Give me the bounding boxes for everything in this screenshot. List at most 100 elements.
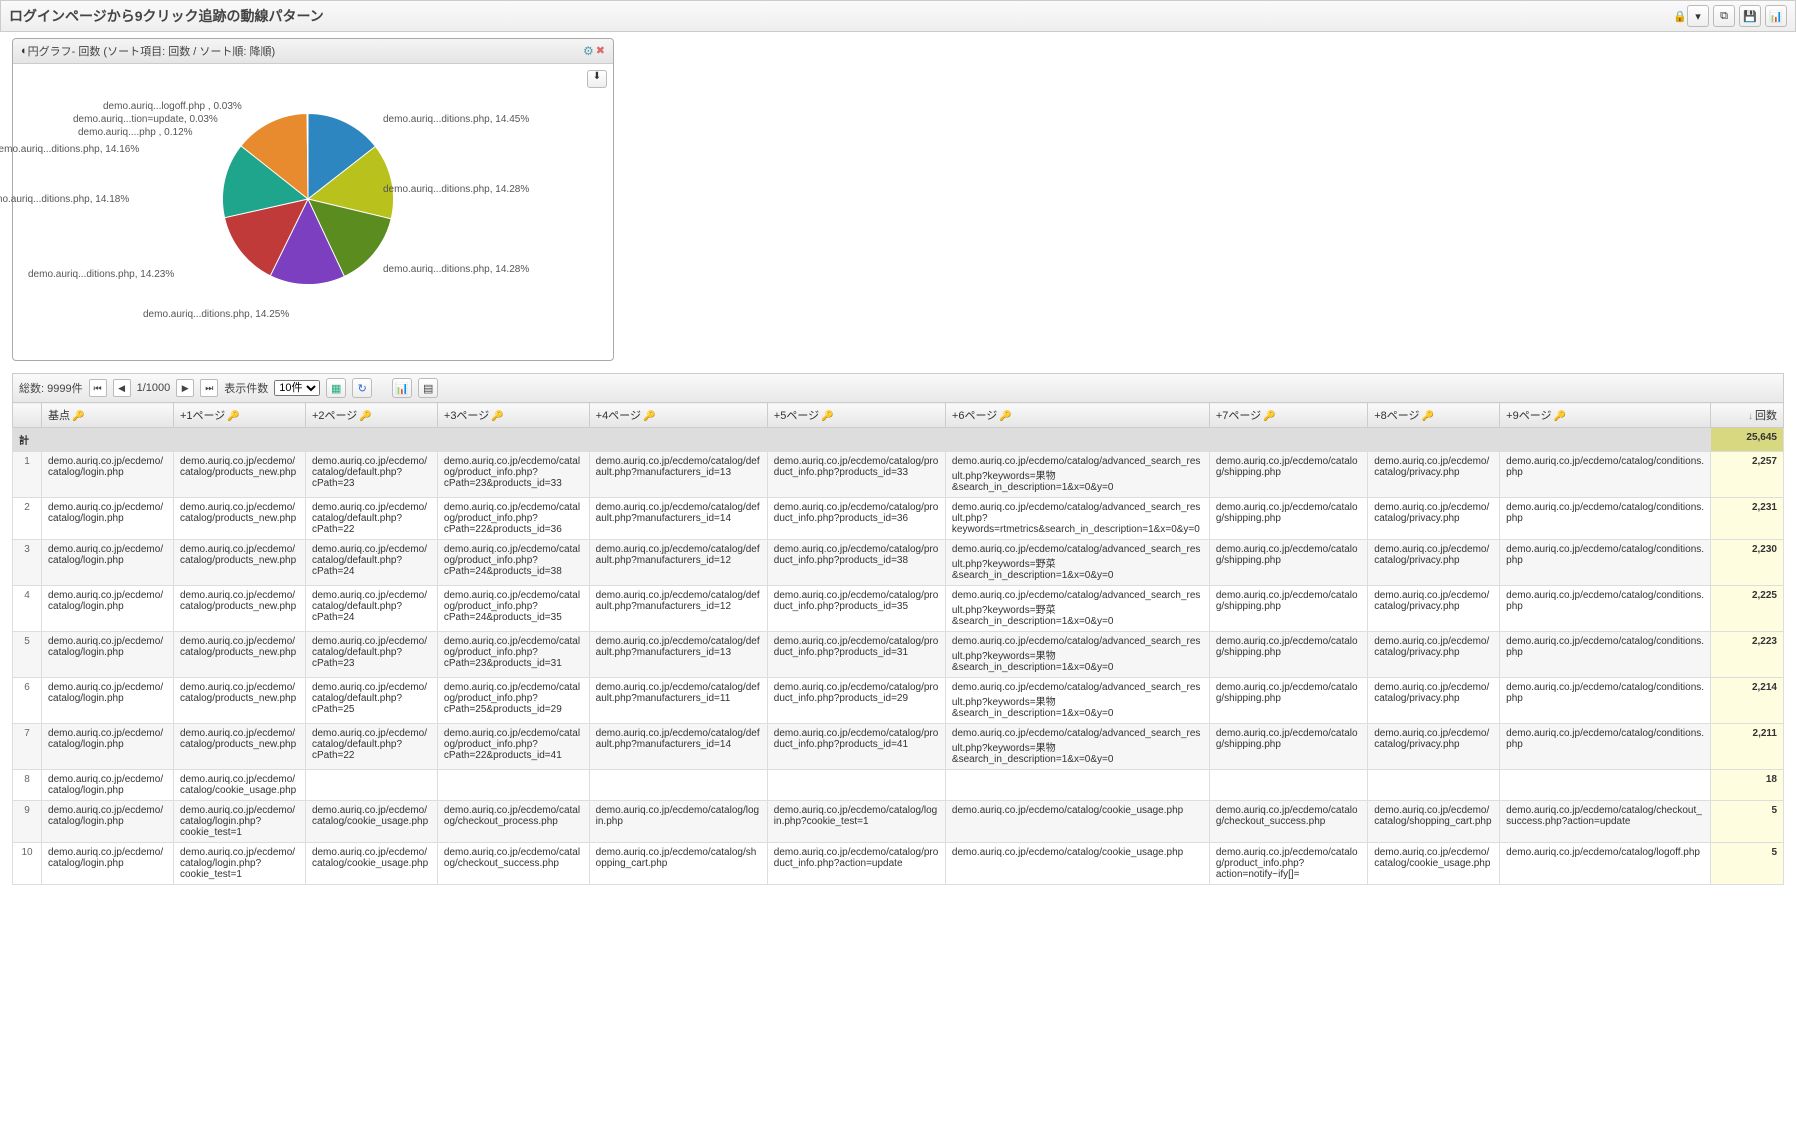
table-row[interactable]: 5demo.auriq.co.jp/ecdemo/catalog/login.p… [13, 632, 1784, 678]
page-prev-button[interactable]: ◀ [113, 379, 131, 397]
path-cell: demo.auriq.co.jp/ecdemo/catalog/login.ph… [589, 801, 767, 843]
page-first-button[interactable]: ⏮ [89, 379, 107, 397]
path-cell: demo.auriq.co.jp/ecdemo/catalog/shipping… [1209, 540, 1367, 586]
col-p6[interactable]: +6ページ🔑 [945, 403, 1209, 428]
path-cell: demo.auriq.co.jp/ecdemo/catalog/default.… [589, 540, 767, 586]
pie-chart [213, 104, 403, 294]
col-p5[interactable]: +5ページ🔑 [767, 403, 945, 428]
path-cell [1500, 770, 1711, 801]
path-cell: demo.auriq.co.jp/ecdemo/catalog/default.… [589, 724, 767, 770]
path-cell: demo.auriq.co.jp/ecdemo/catalog/product_… [437, 452, 589, 498]
path-cell: demo.auriq.co.jp/ecdemo/catalog/product_… [437, 540, 589, 586]
table-row[interactable]: 1demo.auriq.co.jp/ecdemo/catalog/login.p… [13, 452, 1784, 498]
path-cell: demo.auriq.co.jp/ecdemo/catalog/default.… [305, 632, 437, 678]
pie-label: demo.auriq....php , 0.12% [78, 127, 193, 138]
path-cell: demo.auriq.co.jp/ecdemo/catalog/checkout… [437, 801, 589, 843]
path-cell: demo.auriq.co.jp/ecdemo/catalog/products… [173, 498, 305, 540]
path-cell: demo.auriq.co.jp/ecdemo/catalog/default.… [305, 540, 437, 586]
table-row[interactable]: 2demo.auriq.co.jp/ecdemo/catalog/login.p… [13, 498, 1784, 540]
col-base[interactable]: 基点🔑 [42, 403, 174, 428]
path-cell: demo.auriq.co.jp/ecdemo/catalog/advanced… [945, 452, 1209, 498]
key-icon: 🔑 [227, 411, 239, 422]
path-cell: demo.auriq.co.jp/ecdemo/catalog/login.ph… [42, 801, 174, 843]
path-cell: demo.auriq.co.jp/ecdemo/catalog/product_… [767, 586, 945, 632]
chart-toggle-button[interactable]: 📊 [392, 378, 412, 398]
total-count: 25,645 [1711, 428, 1784, 452]
row-number: 1 [13, 452, 42, 498]
sort-desc-icon: ↓ [1748, 411, 1753, 422]
copy-button[interactable]: ⧉ [1713, 5, 1735, 27]
chart-config-icon[interactable]: ⚙ [583, 44, 594, 58]
path-cell: demo.auriq.co.jp/ecdemo/catalog/login.ph… [42, 770, 174, 801]
path-cell: demo.auriq.co.jp/ecdemo/catalog/login.ph… [173, 843, 305, 885]
path-cell: demo.auriq.co.jp/ecdemo/catalog/privacy.… [1368, 498, 1500, 540]
row-number: 7 [13, 724, 42, 770]
pie-label: demo.auriq...logoff.php , 0.03% [103, 101, 242, 112]
col-p3[interactable]: +3ページ🔑 [437, 403, 589, 428]
path-cell: demo.auriq.co.jp/ecdemo/catalog/cookie_u… [1368, 843, 1500, 885]
rows-per-page-select[interactable]: 10件 [274, 380, 320, 396]
export-excel-button[interactable]: ▦ [326, 378, 346, 398]
path-cell: demo.auriq.co.jp/ecdemo/catalog/advanced… [945, 632, 1209, 678]
table-row[interactable]: 8demo.auriq.co.jp/ecdemo/catalog/login.p… [13, 770, 1784, 801]
col-p8[interactable]: +8ページ🔑 [1368, 403, 1500, 428]
dropdown-button[interactable]: ▾ [1687, 5, 1709, 27]
key-icon: 🔑 [999, 411, 1011, 422]
page-next-button[interactable]: ▶ [176, 379, 194, 397]
path-cell: demo.auriq.co.jp/ecdemo/catalog/product_… [767, 678, 945, 724]
chart-close-icon[interactable]: ✖ [596, 44, 605, 58]
col-p7[interactable]: +7ページ🔑 [1209, 403, 1367, 428]
chart-settings-button[interactable]: 📊 [1765, 5, 1787, 27]
key-icon: 🔑 [491, 411, 503, 422]
count-cell: 2,257 [1711, 452, 1784, 498]
key-icon: 🔑 [1553, 411, 1565, 422]
chart-panel: ◐ 円グラフ- 回数 (ソート項目: 回数 / ソート順: 降順) ⚙ ✖ ⬇ … [12, 38, 614, 361]
path-cell: demo.auriq.co.jp/ecdemo/catalog/login.ph… [42, 678, 174, 724]
table-row[interactable]: 6demo.auriq.co.jp/ecdemo/catalog/login.p… [13, 678, 1784, 724]
path-cell [767, 770, 945, 801]
total-label: 計 [13, 428, 1711, 452]
path-cell: demo.auriq.co.jp/ecdemo/catalog/login.ph… [42, 843, 174, 885]
count-cell: 2,225 [1711, 586, 1784, 632]
path-cell: demo.auriq.co.jp/ecdemo/catalog/cookie_u… [945, 843, 1209, 885]
pie-label: demo.auriq...tion=update, 0.03% [73, 114, 218, 125]
lock-icon: 🔒 [1673, 10, 1687, 23]
path-cell: demo.auriq.co.jp/ecdemo/catalog/product_… [437, 498, 589, 540]
refresh-button[interactable]: ↻ [352, 378, 372, 398]
path-cell: demo.auriq.co.jp/ecdemo/catalog/product_… [437, 586, 589, 632]
columns-button[interactable]: ▤ [418, 378, 438, 398]
path-cell: demo.auriq.co.jp/ecdemo/catalog/login.ph… [42, 540, 174, 586]
path-cell: demo.auriq.co.jp/ecdemo/catalog/product_… [767, 843, 945, 885]
path-cell: demo.auriq.co.jp/ecdemo/catalog/product_… [437, 678, 589, 724]
col-rownum[interactable] [13, 403, 42, 428]
col-p4[interactable]: +4ページ🔑 [589, 403, 767, 428]
path-cell: demo.auriq.co.jp/ecdemo/catalog/default.… [589, 632, 767, 678]
chart-download-button[interactable]: ⬇ [587, 70, 607, 88]
col-p2[interactable]: +2ページ🔑 [305, 403, 437, 428]
path-cell: demo.auriq.co.jp/ecdemo/catalog/cookie_u… [305, 801, 437, 843]
key-icon: 🔑 [359, 411, 371, 422]
table-row[interactable]: 3demo.auriq.co.jp/ecdemo/catalog/login.p… [13, 540, 1784, 586]
table-row[interactable]: 7demo.auriq.co.jp/ecdemo/catalog/login.p… [13, 724, 1784, 770]
table-row[interactable]: 10demo.auriq.co.jp/ecdemo/catalog/login.… [13, 843, 1784, 885]
table-row[interactable]: 9demo.auriq.co.jp/ecdemo/catalog/login.p… [13, 801, 1784, 843]
chart-title: 円グラフ- 回数 (ソート項目: 回数 / ソート順: 降順) [28, 43, 583, 59]
table-row[interactable]: 4demo.auriq.co.jp/ecdemo/catalog/login.p… [13, 586, 1784, 632]
path-cell [305, 770, 437, 801]
col-p1[interactable]: +1ページ🔑 [173, 403, 305, 428]
path-cell: demo.auriq.co.jp/ecdemo/catalog/shipping… [1209, 586, 1367, 632]
path-cell: demo.auriq.co.jp/ecdemo/catalog/conditio… [1500, 540, 1711, 586]
path-cell: demo.auriq.co.jp/ecdemo/catalog/privacy.… [1368, 724, 1500, 770]
page-last-button[interactable]: ⏭ [200, 379, 218, 397]
path-cell: demo.auriq.co.jp/ecdemo/catalog/login.ph… [42, 724, 174, 770]
row-number: 6 [13, 678, 42, 724]
col-count[interactable]: ↓回数 [1711, 403, 1784, 428]
path-cell: demo.auriq.co.jp/ecdemo/catalog/default.… [589, 586, 767, 632]
row-number: 9 [13, 801, 42, 843]
path-cell: demo.auriq.co.jp/ecdemo/catalog/privacy.… [1368, 632, 1500, 678]
path-cell: demo.auriq.co.jp/ecdemo/catalog/privacy.… [1368, 678, 1500, 724]
path-cell: demo.auriq.co.jp/ecdemo/catalog/product_… [767, 452, 945, 498]
key-icon: 🔑 [1422, 411, 1434, 422]
col-p9[interactable]: +9ページ🔑 [1500, 403, 1711, 428]
save-button[interactable]: 💾 [1739, 5, 1761, 27]
